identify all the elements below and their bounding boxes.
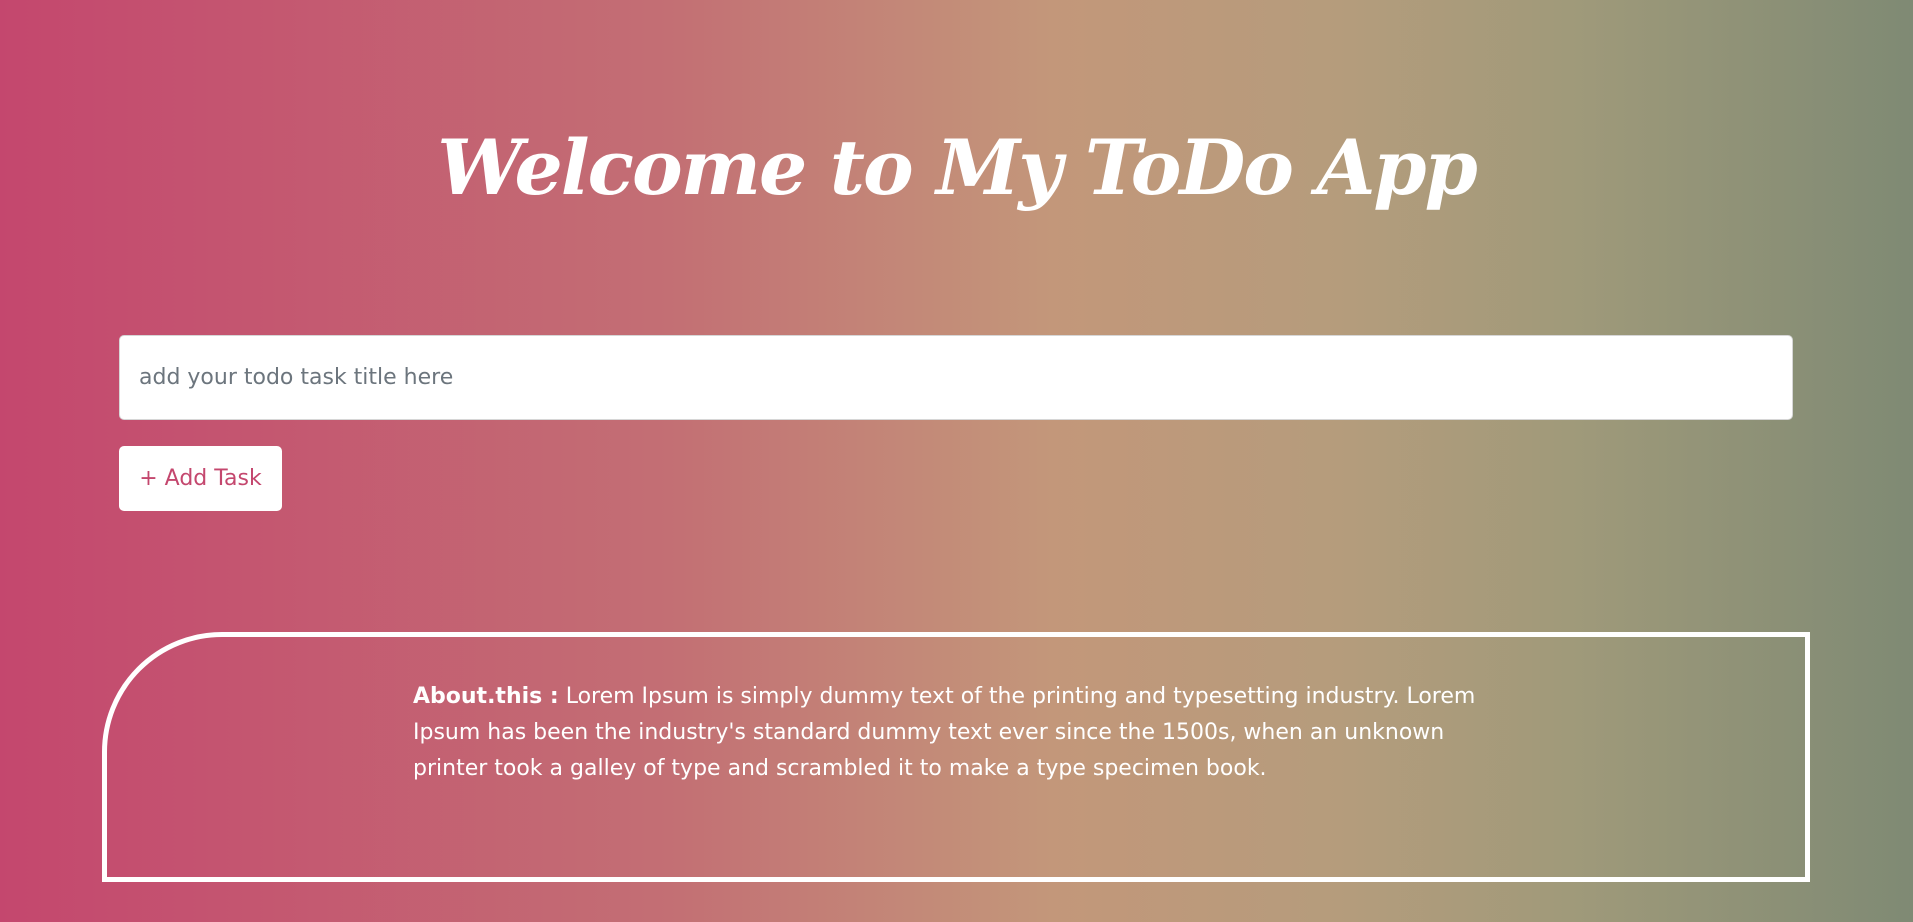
about-paragraph: About.this : Lorem Ipsum is simply dummy… xyxy=(413,679,1503,787)
add-task-button[interactable]: + Add Task xyxy=(119,446,282,511)
about-body-text: Lorem Ipsum is simply dummy text of the … xyxy=(413,684,1476,781)
about-section: About.this : Lorem Ipsum is simply dummy… xyxy=(102,632,1810,882)
about-label: About.this : xyxy=(413,684,559,709)
todo-title-input[interactable] xyxy=(119,335,1793,420)
page-title: Welcome to My ToDo App xyxy=(437,123,1477,212)
